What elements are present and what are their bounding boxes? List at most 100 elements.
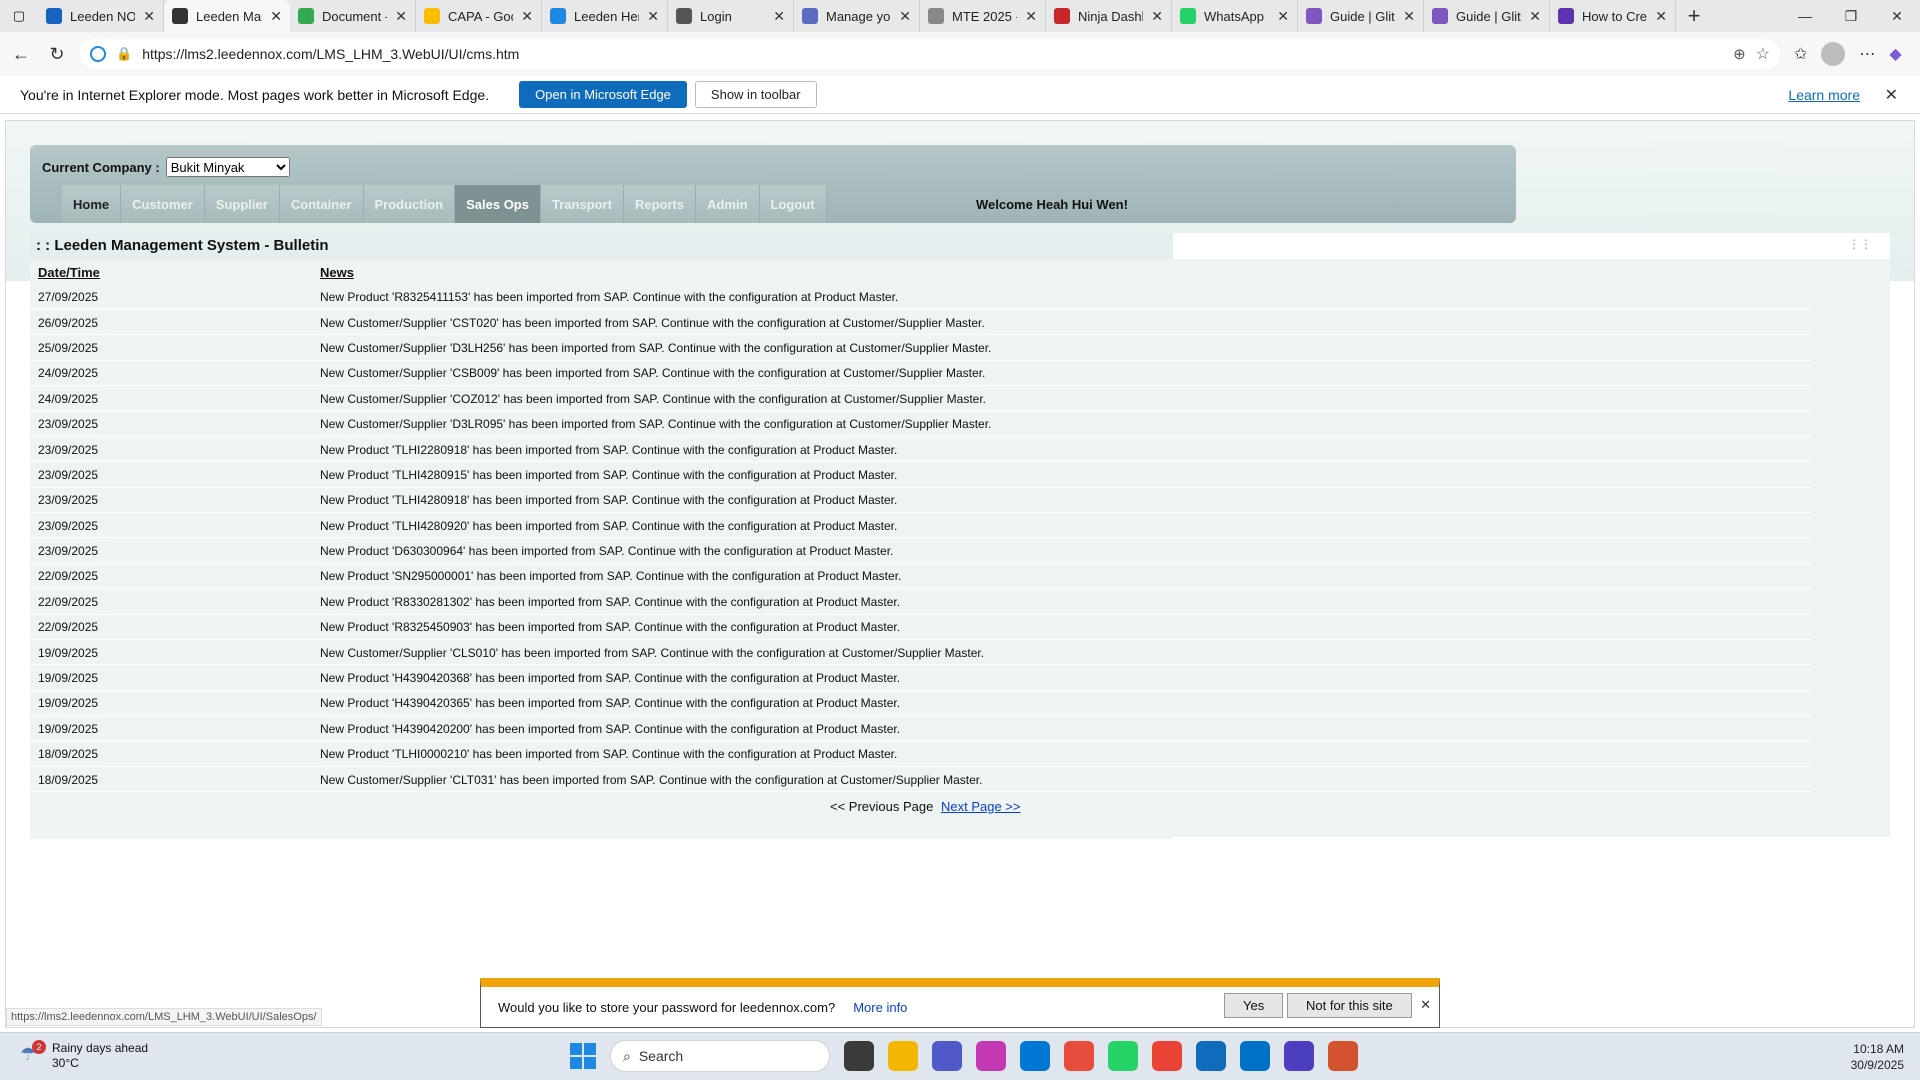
browser-tab[interactable]: WhatsApp ✕ — [1172, 0, 1298, 32]
table-row: 22/09/2025 New Product 'R8330281302' has … — [30, 588, 1810, 615]
taskbar-app-icon[interactable] — [1108, 1041, 1138, 1071]
table-row: 24/09/2025 New Customer/Supplier 'COZ012'… — [30, 385, 1810, 412]
tab-actions-icon[interactable]: ▢ — [0, 0, 38, 32]
taskbar-search[interactable]: ⌕ Search — [610, 1040, 830, 1072]
tab-close-icon[interactable]: ✕ — [1025, 8, 1037, 25]
copilot-icon[interactable]: ◆ — [1889, 44, 1901, 64]
minimize-icon[interactable]: — — [1782, 0, 1828, 32]
new-tab-button[interactable]: + — [1676, 0, 1712, 32]
tab-close-icon[interactable]: ✕ — [1529, 8, 1541, 25]
tab-close-icon[interactable]: ✕ — [521, 8, 533, 25]
yes-button[interactable]: Yes — [1224, 993, 1284, 1018]
browser-tab[interactable]: Leeden Man ✕ — [164, 0, 290, 32]
browser-tab[interactable]: Guide | Glitt ✕ — [1424, 0, 1550, 32]
url-text[interactable]: https://lms2.leedennox.com/LMS_LHM_3.Web… — [142, 46, 1723, 62]
open-in-edge-button[interactable]: Open in Microsoft Edge — [519, 81, 687, 108]
browser-tab[interactable]: Login ✕ — [668, 0, 794, 32]
close-window-icon[interactable]: ✕ — [1874, 0, 1920, 32]
not-for-this-site-button[interactable]: Not for this site — [1287, 993, 1412, 1018]
resize-grip-icon[interactable]: ⋮⋮ — [1848, 237, 1872, 251]
tab-close-icon[interactable]: ✕ — [1655, 8, 1667, 25]
menu-item-reports[interactable]: Reports — [623, 185, 697, 223]
tab-favicon-icon — [1180, 8, 1196, 24]
more-info-link[interactable]: More info — [853, 1000, 907, 1015]
browser-tab[interactable]: MTE 2025 - ✕ — [920, 0, 1046, 32]
rain-icon: ☂ 2 — [20, 1040, 46, 1068]
tab-favicon-icon — [172, 8, 188, 24]
news-text: New Product 'TLHI2280918' has been impor… — [312, 436, 1810, 463]
tab-close-icon[interactable]: ✕ — [899, 8, 911, 25]
taskbar-app-icon[interactable] — [1064, 1041, 1094, 1071]
weather-widget[interactable]: ☂ 2 Rainy days ahead 30°C — [20, 1040, 148, 1071]
close-icon[interactable]: ✕ — [1420, 997, 1431, 1013]
col-date-header: Date/Time — [38, 265, 100, 280]
browser-tab[interactable]: How to Crea ✕ — [1550, 0, 1676, 32]
learn-more-link[interactable]: Learn more — [1788, 87, 1860, 103]
tab-close-icon[interactable]: ✕ — [1403, 8, 1415, 25]
taskbar-app-icon[interactable] — [1240, 1041, 1270, 1071]
taskbar-app-icon[interactable] — [932, 1041, 962, 1071]
restore-icon[interactable]: ❐ — [1828, 0, 1874, 32]
news-date: 22/09/2025 — [30, 563, 312, 590]
menu-item-container[interactable]: Container — [279, 185, 364, 223]
favorite-star-icon[interactable]: ☆ — [1756, 44, 1770, 64]
pager: << Previous Page Next Page >> — [830, 799, 1020, 814]
tab-close-icon[interactable]: ✕ — [270, 8, 282, 25]
menu-item-admin[interactable]: Admin — [696, 185, 760, 223]
taskbar-app-icon[interactable] — [844, 1041, 874, 1071]
tab-close-icon[interactable]: ✕ — [1151, 8, 1163, 25]
welcome-text: Welcome Heah Hui Wen! — [976, 197, 1128, 212]
table-row: 19/09/2025 New Customer/Supplier 'CLS010'… — [30, 639, 1810, 666]
browser-tab[interactable]: Ninja Dashb ✕ — [1046, 0, 1172, 32]
news-date: 23/09/2025 — [30, 436, 312, 463]
tab-close-icon[interactable]: ✕ — [1277, 8, 1289, 25]
address-field[interactable]: 🔒 https://lms2.leedennox.com/LMS_LHM_3.W… — [80, 39, 1780, 69]
main-menu: Home Customer Supplier Container Production S… — [62, 185, 827, 223]
menu-item-customer[interactable]: Customer — [121, 185, 205, 223]
col-news-header: News — [320, 265, 354, 280]
company-select[interactable]: Bukit Minyak — [165, 157, 290, 177]
close-icon[interactable]: ✕ — [1885, 85, 1898, 105]
browser-tab[interactable]: CAPA - Goo ✕ — [416, 0, 542, 32]
system-clock[interactable]: 10:18 AM 30/9/2025 — [1851, 1041, 1904, 1073]
browser-tab[interactable]: Guide | Glitt ✕ — [1298, 0, 1424, 32]
browser-tab[interactable]: Leeden NOX ✕ — [38, 0, 164, 32]
show-in-toolbar-button[interactable]: Show in toolbar — [694, 81, 817, 108]
taskbar-app-icon[interactable] — [1020, 1041, 1050, 1071]
password-prompt: Would you like to store your password fo… — [480, 978, 1440, 1028]
news-text: New Customer/Supplier 'D3LR095' has been… — [312, 410, 1810, 437]
tab-close-icon[interactable]: ✕ — [773, 8, 785, 25]
browser-tab[interactable]: Document - ✕ — [290, 0, 416, 32]
tab-favicon-icon — [802, 8, 818, 24]
browser-tab[interactable]: Leeden Her ✕ — [542, 0, 668, 32]
menu-item-sales-ops[interactable]: Sales Ops — [455, 185, 541, 223]
browser-tab[interactable]: Manage you ✕ — [794, 0, 920, 32]
menu-item-supplier[interactable]: Supplier — [204, 185, 280, 223]
windows-start-icon[interactable] — [570, 1043, 596, 1069]
next-page-link[interactable]: Next Page >> — [941, 799, 1021, 814]
zoom-icon[interactable]: ⊕ — [1733, 45, 1746, 63]
table-row: 22/09/2025 New Product 'SN295000001' has … — [30, 563, 1810, 590]
taskbar-app-icon[interactable] — [1328, 1041, 1358, 1071]
ie-mode-icon[interactable] — [90, 46, 106, 62]
taskbar-app-icon[interactable] — [976, 1041, 1006, 1071]
site-info-icon[interactable]: 🔒 — [116, 46, 132, 62]
profile-avatar[interactable] — [1821, 42, 1846, 66]
news-date: 23/09/2025 — [30, 537, 312, 564]
back-icon[interactable]: ← — [6, 39, 36, 69]
menu-item-transport[interactable]: Transport — [540, 185, 624, 223]
menu-item-logout[interactable]: Logout — [759, 185, 827, 223]
menu-item-home[interactable]: Home — [62, 185, 122, 223]
tab-close-icon[interactable]: ✕ — [647, 8, 659, 25]
tab-close-icon[interactable]: ✕ — [395, 8, 407, 25]
taskbar-app-icon[interactable] — [1152, 1041, 1182, 1071]
news-text: New Customer/Supplier 'CLT031' has been … — [312, 766, 1810, 793]
taskbar-app-icon[interactable] — [888, 1041, 918, 1071]
taskbar-app-icon[interactable] — [1196, 1041, 1226, 1071]
taskbar-app-icon[interactable] — [1284, 1041, 1314, 1071]
tab-close-icon[interactable]: ✕ — [143, 8, 155, 25]
favorites-icon[interactable]: ✩ — [1794, 44, 1807, 64]
more-menu-icon[interactable]: ⋯ — [1859, 44, 1875, 64]
menu-item-production[interactable]: Production — [363, 185, 456, 223]
refresh-icon[interactable]: ↻ — [42, 39, 72, 69]
